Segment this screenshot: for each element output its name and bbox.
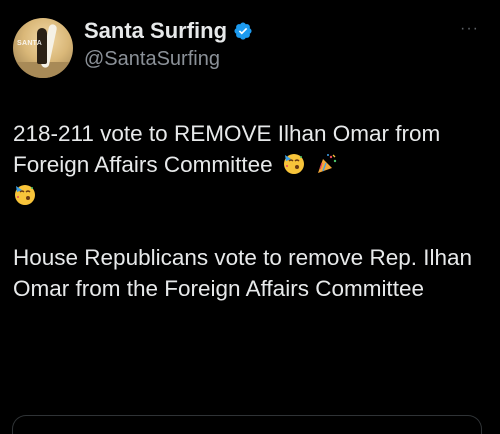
tweet-header: SANTA Santa Surfing @SantaSurfing ··· [13, 16, 487, 80]
partying-face-emoji-icon-2 [15, 185, 35, 205]
tweet-paragraph-1: 218-211 vote to REMOVE Ilhan Omar from F… [13, 118, 483, 211]
embedded-card-edge[interactable] [12, 415, 482, 434]
tweet-line-1: 218-211 vote to REMOVE Ilhan Omar from F… [13, 121, 441, 177]
display-name[interactable]: Santa Surfing [84, 18, 227, 44]
display-name-row: Santa Surfing [84, 16, 253, 46]
more-options-icon[interactable]: ··· [460, 20, 479, 38]
user-names: Santa Surfing @SantaSurfing [84, 16, 253, 71]
user-handle[interactable]: @SantaSurfing [84, 48, 253, 71]
tweet-paragraph-2: House Republicans vote to remove Rep. Il… [13, 245, 473, 301]
avatar[interactable]: SANTA [13, 18, 73, 78]
avatar-text: SANTA [17, 40, 43, 47]
verified-badge-icon [234, 22, 252, 40]
party-popper-emoji-icon [318, 154, 337, 173]
tweet-text: 218-211 vote to REMOVE Ilhan Omar from F… [13, 118, 483, 304]
partying-face-emoji-icon [283, 154, 304, 174]
tweet-card: SANTA Santa Surfing @SantaSurfing ··· 21… [0, 0, 500, 434]
